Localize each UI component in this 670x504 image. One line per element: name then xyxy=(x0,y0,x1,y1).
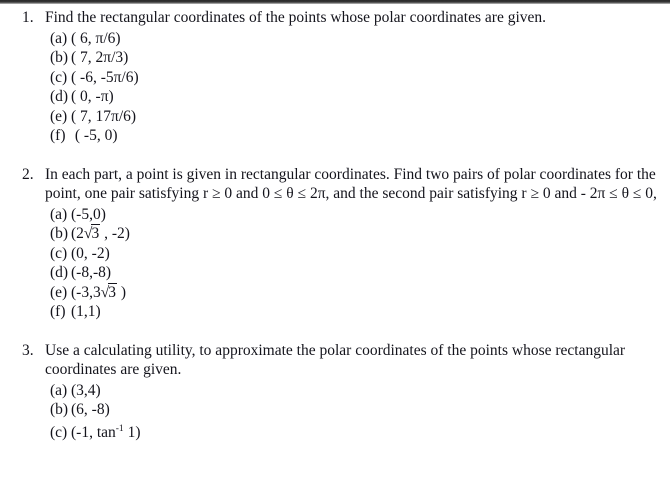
problem-2-part-c: (c) (0, -2) xyxy=(45,244,662,264)
part-label: (a) xyxy=(50,381,68,399)
part-label: (a) xyxy=(50,29,68,47)
square-root-glyph: √3 xyxy=(84,224,101,244)
problem-1-part-c: (c)( -6, -5π/6) xyxy=(45,68,662,88)
part-label: (e) xyxy=(50,107,68,125)
problem-1-part-f: (f) ( -5, 0) xyxy=(45,126,662,146)
part-label: (d) xyxy=(50,88,69,105)
problem-3-number: 3. xyxy=(22,341,34,359)
part-value: (6, -8) xyxy=(71,401,110,418)
part-value: ( 6, π/6) xyxy=(71,29,121,47)
problem-3-part-c: (c) (-1, tan-1 1) xyxy=(45,420,662,443)
part-value-suffix: ) xyxy=(116,283,127,301)
problem-2: 2. In each part, a point is given in rec… xyxy=(0,165,670,322)
problem-2-part-e: (e) (-3,3√3 ) xyxy=(45,282,662,303)
part-label: (f) xyxy=(50,303,66,320)
part-value-prefix: (-3,3 xyxy=(71,283,101,301)
square-root-glyph: √3 xyxy=(101,282,117,303)
part-value: ( -5, 0) xyxy=(71,127,118,144)
part-value-suffix: 1) xyxy=(123,423,141,441)
part-value-prefix: (2 xyxy=(71,225,84,242)
problem-2-part-f: (f) (1,1) xyxy=(45,302,662,322)
part-value: ( 7, 2π/3) xyxy=(71,49,129,66)
problem-1-part-a: (a)( 6, π/6) xyxy=(45,29,662,49)
problem-1-body: Find the rectangular coordinates of the … xyxy=(45,8,670,146)
problem-1-part-e: (e)( 7, 17π/6) xyxy=(45,107,662,127)
part-label: (b) xyxy=(50,49,69,66)
radicand: 3 xyxy=(108,282,117,301)
problem-2-parts: (a) (-5,0) (b) (2√3 , -2) (c) (0, -2) (d) (-… xyxy=(45,205,662,322)
problem-2-part-b: (b) (2√3 , -2) xyxy=(45,224,662,244)
problem-1-number: 1. xyxy=(22,9,34,26)
problem-1: 1. Find the rectangular coordinates of t… xyxy=(0,8,670,146)
problem-3: 3. Use a calculating utility, to approxi… xyxy=(0,341,670,443)
part-value: ( 7, 17π/6) xyxy=(71,107,137,125)
part-value-prefix: (-1, tan xyxy=(71,423,116,441)
part-value: (3,4) xyxy=(71,381,101,399)
worksheet-page: 1. Find the rectangular coordinates of t… xyxy=(0,4,670,504)
problem-2-part-d: (d) (-8,-8) xyxy=(45,263,662,283)
radicand: 3 xyxy=(91,224,101,242)
part-value-suffix: , -2) xyxy=(100,225,130,242)
inverse-exponent: -1 xyxy=(115,423,124,434)
problem-2-statement: In each part, a point is given in rectan… xyxy=(45,165,657,203)
part-value: ( 0, -π) xyxy=(71,88,114,105)
part-value: (-8,-8) xyxy=(71,264,112,281)
part-value: (0, -2) xyxy=(71,244,110,262)
problem-1-part-d: (d)( 0, -π) xyxy=(45,87,662,107)
problem-2-number: 2. xyxy=(22,165,34,183)
part-value: ( -6, -5π/6) xyxy=(71,68,139,86)
part-label: (d) xyxy=(50,264,69,281)
part-label: (b) xyxy=(50,401,69,418)
problem-3-statement: Use a calculating utility, to approximat… xyxy=(45,341,626,379)
problem-2-part-a: (a) (-5,0) xyxy=(45,205,662,225)
part-label: (b) xyxy=(50,225,69,242)
problem-2-body: In each part, a point is given in rectan… xyxy=(45,165,670,322)
problem-3-parts: (a) (3,4) (b) (6, -8) (c) (-1, tan-1 1) xyxy=(45,381,662,443)
problem-1-parts: (a)( 6, π/6) (b)( 7, 2π/3) (c)( -6, -5π/… xyxy=(45,29,662,146)
part-value: (-5,0) xyxy=(71,205,106,223)
part-label: (c) xyxy=(50,244,68,262)
part-label: (c) xyxy=(50,423,68,441)
part-label: (e) xyxy=(50,283,68,301)
problem-3-body: Use a calculating utility, to approximat… xyxy=(45,341,670,443)
part-label: (c) xyxy=(50,68,68,86)
part-value: (1,1) xyxy=(71,303,101,320)
problem-3-part-a: (a) (3,4) xyxy=(45,381,662,401)
part-label: (a) xyxy=(50,205,68,223)
problem-1-statement: Find the rectangular coordinates of the … xyxy=(45,9,547,26)
problem-1-part-b: (b)( 7, 2π/3) xyxy=(45,48,662,68)
part-label: (f) xyxy=(50,127,66,144)
problem-3-part-b: (b) (6, -8) xyxy=(45,400,662,420)
